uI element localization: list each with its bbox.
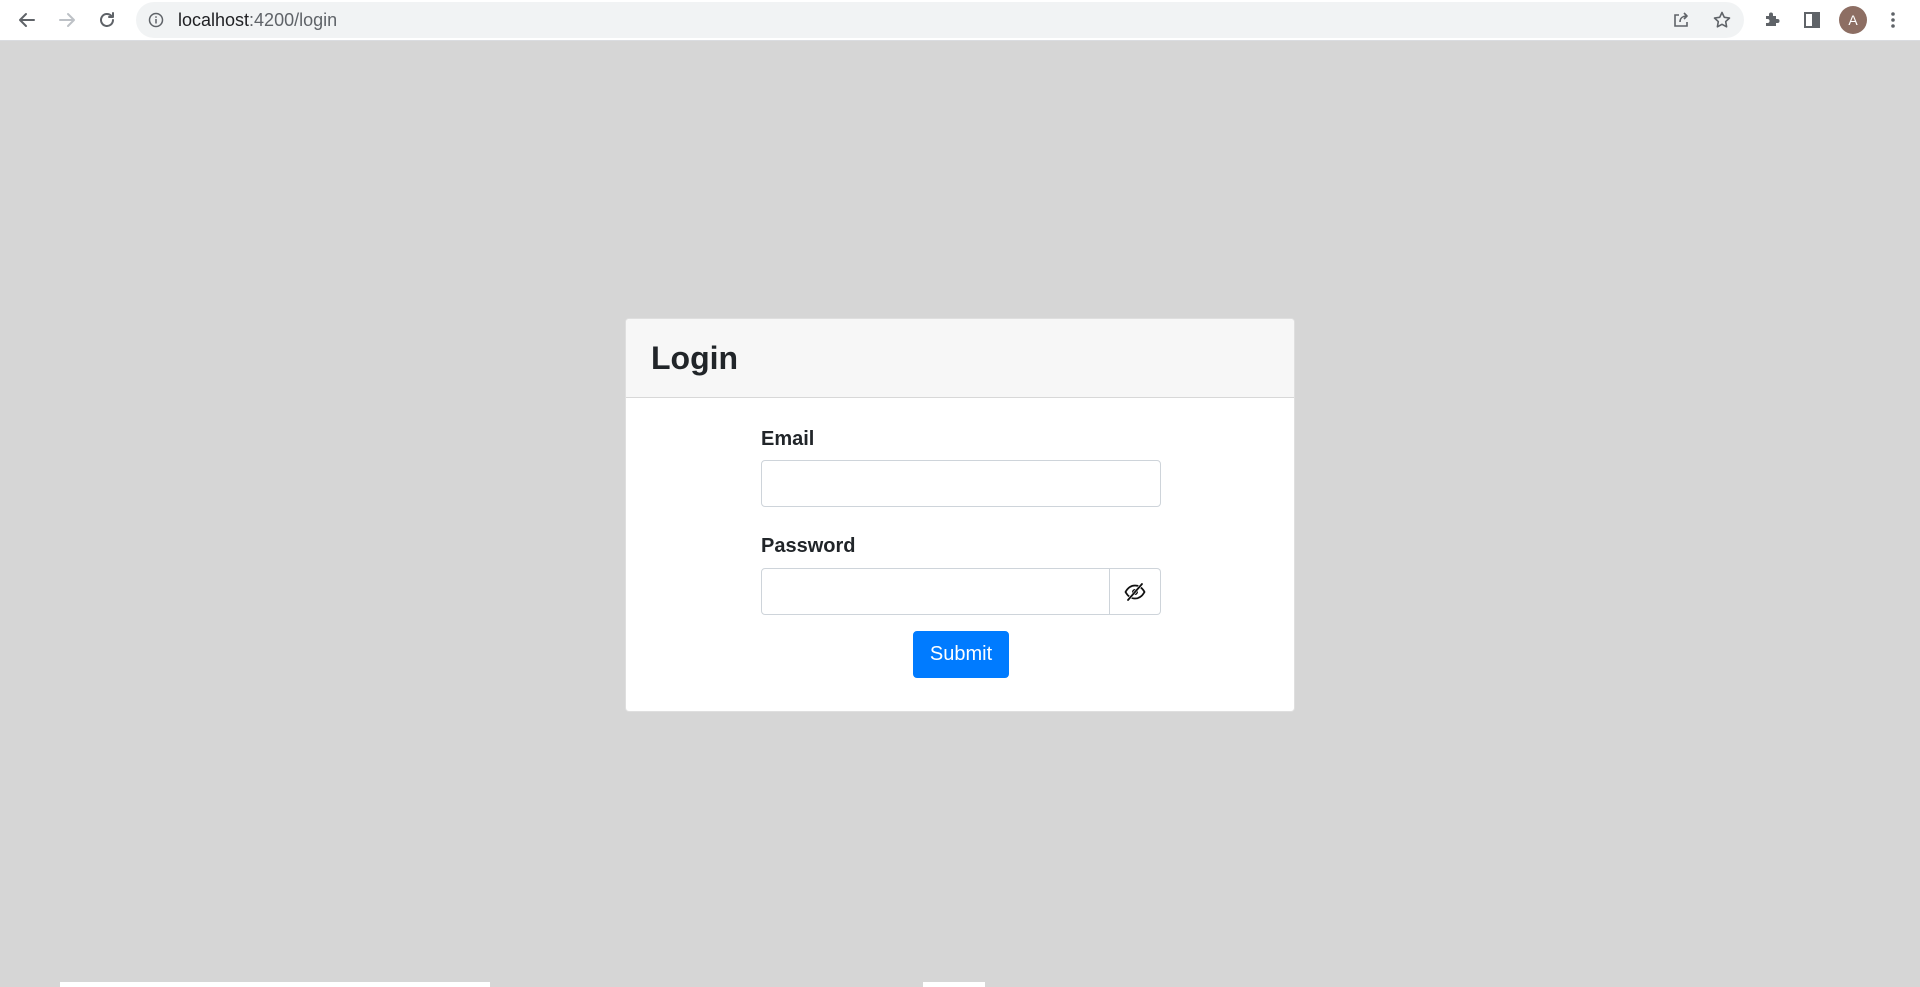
password-group [761,568,1161,615]
arrow-right-icon [59,13,75,27]
bottom-edge-bar [60,982,490,987]
login-card: Login Email Password Submit [625,318,1295,712]
forward-button[interactable] [50,3,84,37]
profile-avatar[interactable]: A [1839,6,1867,34]
password-visibility-toggle[interactable] [1110,568,1161,615]
back-button[interactable] [10,3,44,37]
url-path: :4200/login [249,10,338,30]
extensions-button[interactable] [1755,3,1789,37]
login-title: Login [651,340,739,376]
password-label: Password [761,535,856,557]
star-icon[interactable] [1711,9,1733,31]
side-panel-button[interactable] [1795,3,1829,37]
password-input[interactable] [762,569,1109,614]
arrow-left-icon [19,13,35,27]
eye-slash-icon [1124,582,1146,601]
side-panel-icon [1804,12,1820,28]
email-label: Email [761,428,815,450]
login-card-header: Login [626,319,1294,398]
browser-toolbar: localhost:4200/login A [0,0,1920,41]
password-field[interactable] [761,568,1110,615]
kebab-menu-icon [1891,12,1895,28]
bottom-edge-bar-small [923,982,985,987]
page-body: Login Email Password Submit [0,42,1920,987]
browser-menu-button[interactable] [1876,3,1910,37]
share-icon[interactable] [1670,9,1692,31]
submit-label: Submit [929,643,993,665]
address-bar[interactable]: localhost:4200/login [136,2,1744,38]
info-icon[interactable] [146,10,166,30]
email-field[interactable] [761,460,1161,507]
reload-icon [100,12,114,27]
avatar-letter: A [1848,12,1858,28]
url-host: localhost [178,10,250,30]
url-text[interactable]: localhost:4200/login [178,2,337,38]
submit-button[interactable]: Submit [913,631,1009,678]
puzzle-icon [1766,12,1780,26]
reload-button[interactable] [90,3,124,37]
email-input[interactable] [762,461,1160,506]
